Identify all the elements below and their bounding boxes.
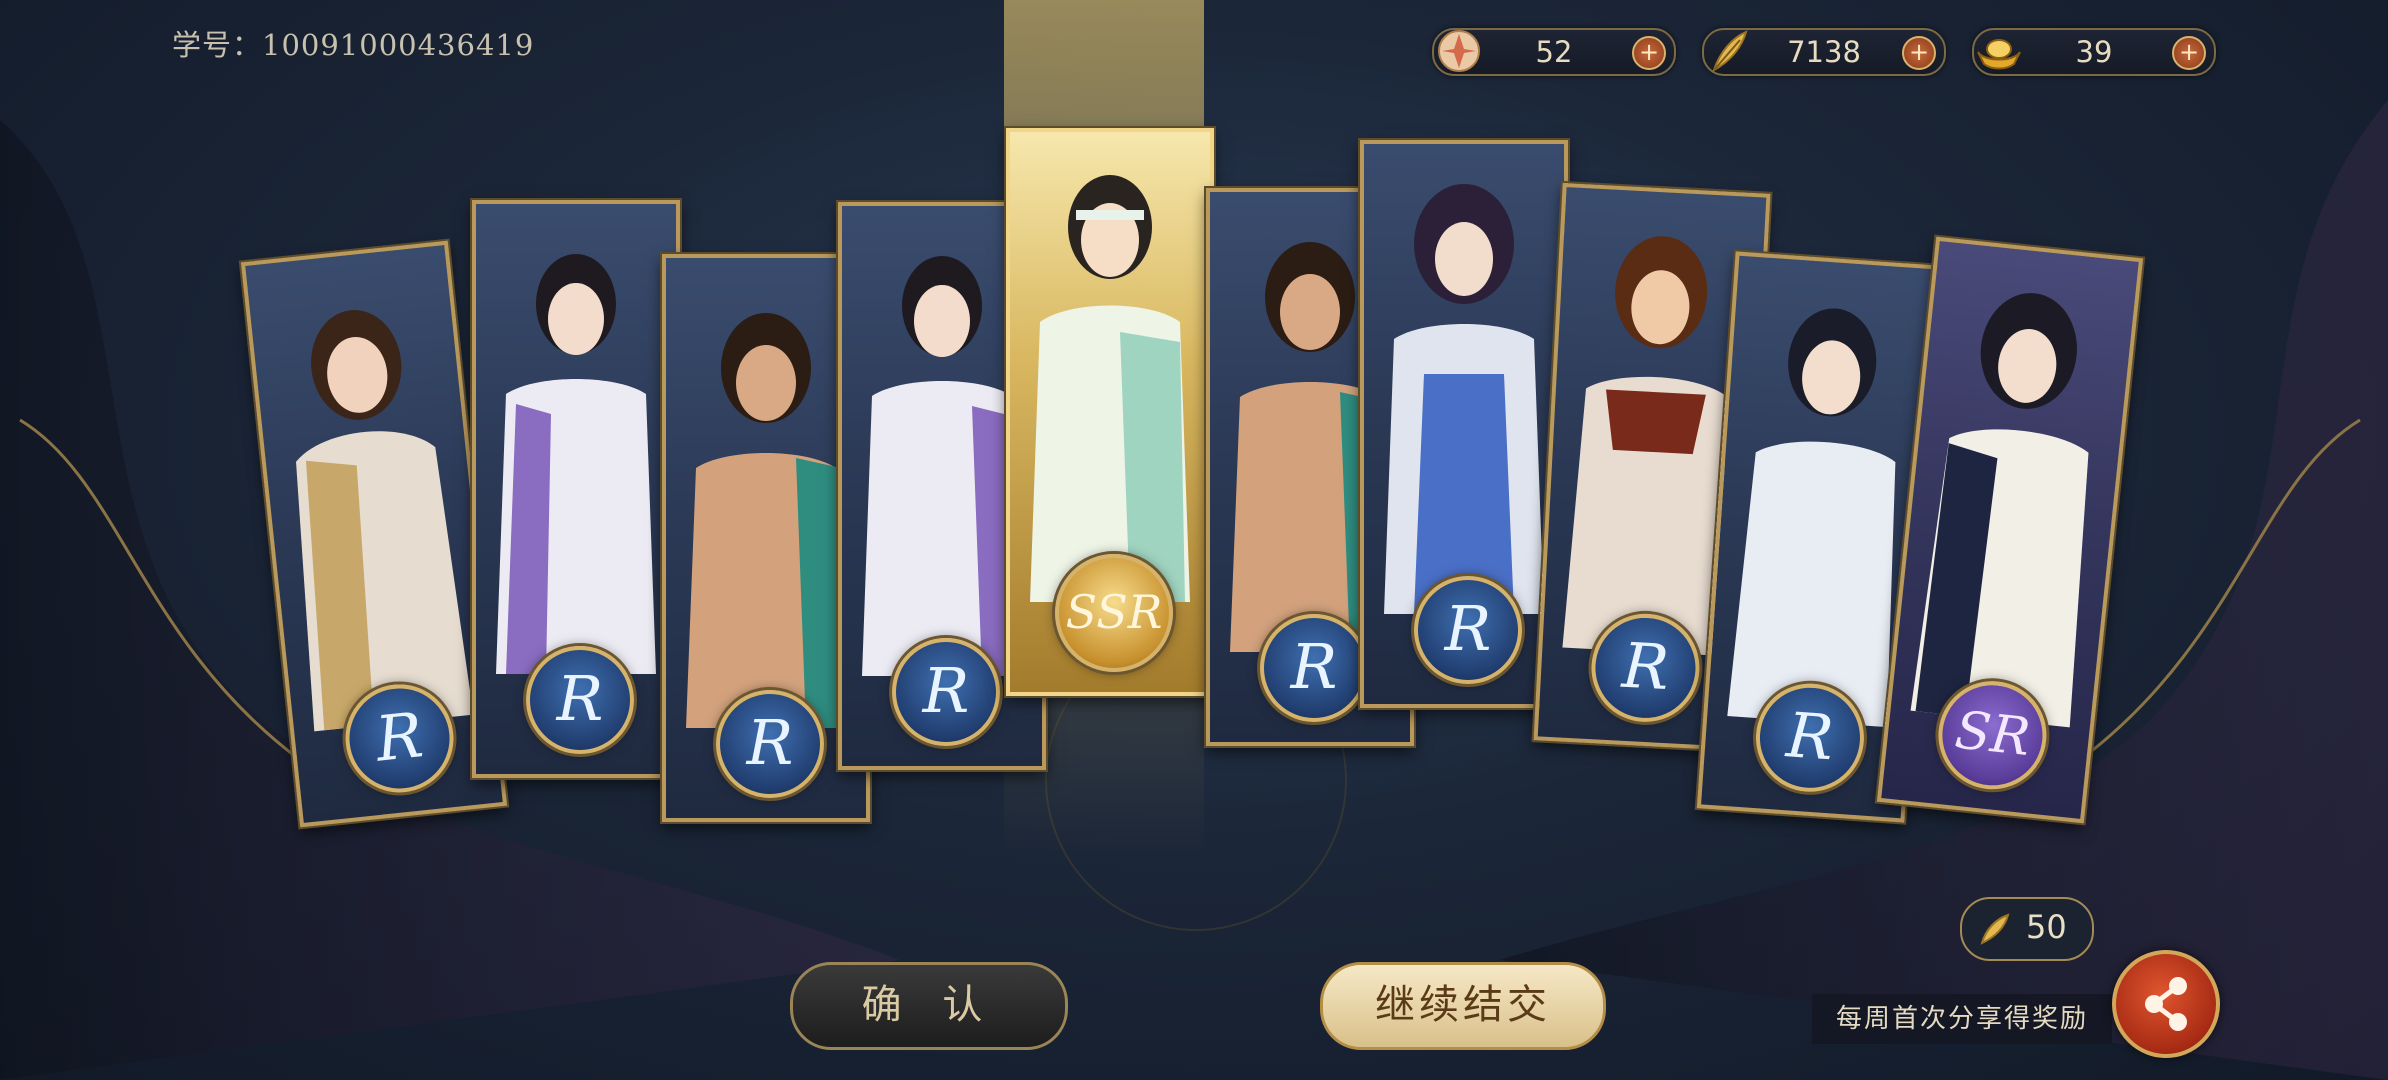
continue-recruit-button[interactable]: 继续结交 (1320, 962, 1606, 1050)
share-reward-label: 每周首次分享得奖励 (1812, 994, 2112, 1044)
rarity-badge: SSR (1055, 554, 1173, 672)
feather-icon (1980, 913, 2010, 945)
character-card[interactable]: R (472, 200, 680, 778)
rarity-badge: R (1260, 614, 1368, 722)
share-reward-value: 50 (2026, 908, 2067, 946)
share-reward-bubble: 50 (1960, 897, 2094, 961)
share-button[interactable] (2112, 950, 2220, 1058)
rarity-badge: R (526, 646, 634, 754)
share-icon (2145, 977, 2187, 1031)
character-card-ssr[interactable]: SSR (1006, 128, 1214, 696)
rarity-badge: R (716, 690, 824, 798)
character-card[interactable]: R (1360, 140, 1568, 708)
confirm-button[interactable]: 确 认 (790, 962, 1068, 1050)
character-card[interactable]: R (240, 240, 508, 828)
rarity-badge: R (892, 638, 1000, 746)
rarity-badge: R (1414, 576, 1522, 684)
